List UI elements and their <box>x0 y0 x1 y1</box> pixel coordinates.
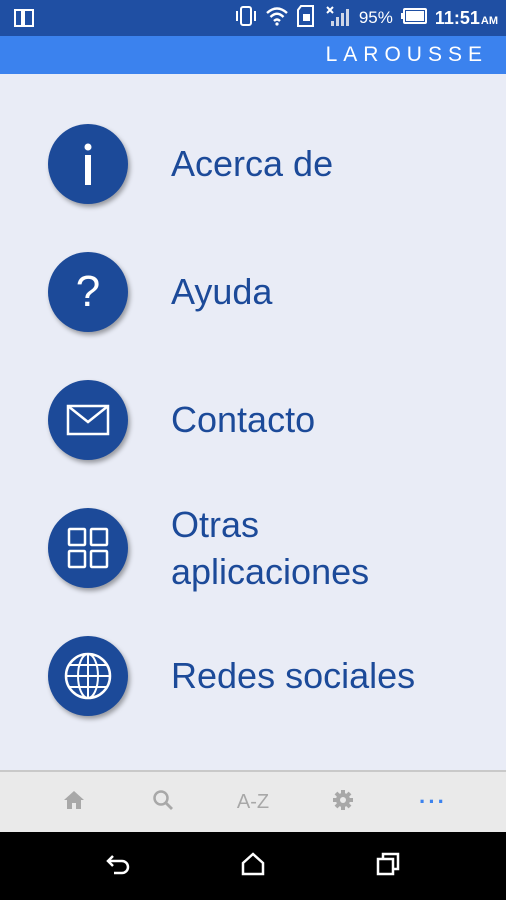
back-icon <box>105 853 131 880</box>
globe-icon <box>48 636 128 716</box>
help-icon: ? <box>48 252 128 332</box>
home-icon <box>63 790 85 815</box>
recents-button[interactable] <box>368 846 408 886</box>
menu-item-ayuda[interactable]: ? Ayuda <box>0 242 506 362</box>
more-icon: ··· <box>419 789 447 814</box>
signal-icon <box>325 5 351 32</box>
home-system-button[interactable] <box>233 846 273 886</box>
app-bar: LAROUSSE <box>0 36 506 74</box>
back-button[interactable] <box>98 846 138 886</box>
clock-time: 11:51 <box>434 7 480 28</box>
menu-item-label-line2: aplicaciones <box>171 551 370 592</box>
menu-item-label: Contacto <box>171 399 316 440</box>
nav-search-button[interactable] <box>133 772 193 832</box>
sim-card-icon <box>14 9 34 32</box>
mail-icon <box>48 380 128 460</box>
menu-item-label: Redes sociales <box>171 655 416 696</box>
menu-item-otras-aplicaciones[interactable]: Otras aplicaciones <box>0 498 506 618</box>
nav-home-button[interactable] <box>44 772 104 832</box>
status-icons: 95% 11:51AM <box>235 0 498 36</box>
menu-item-acerca-de[interactable]: Acerca de <box>0 114 506 234</box>
nav-more-button[interactable]: ··· <box>403 772 463 832</box>
battery-percent: 95% <box>358 8 393 27</box>
nav-az-label: A-Z <box>236 790 270 813</box>
sd-card-icon <box>296 4 317 32</box>
nav-settings-button[interactable] <box>313 772 373 832</box>
clock-ampm: AM <box>480 14 498 27</box>
menu-item-redes-sociales[interactable]: Redes sociales <box>0 626 506 746</box>
bottom-nav: A-Z ··· <box>0 770 506 832</box>
menu-item-label: Ayuda <box>171 271 273 312</box>
vibrate-icon <box>235 5 257 31</box>
battery-icon <box>400 7 427 29</box>
home-outline-icon <box>241 851 265 881</box>
menu-item-label-line1: Otras <box>171 504 260 545</box>
status-bar: 95% 11:51AM <box>0 0 506 36</box>
system-nav-bar <box>0 832 506 900</box>
clock: 11:51AM <box>435 8 498 29</box>
wifi-icon <box>265 6 289 31</box>
menu-list: Acerca de ? Ayuda Contacto Otras aplicac… <box>0 74 506 770</box>
search-icon <box>152 789 174 816</box>
gear-icon <box>332 789 354 816</box>
nav-az-button[interactable]: A-Z <box>223 772 283 832</box>
menu-item-label: Acerca de <box>171 143 334 184</box>
info-icon <box>48 124 128 204</box>
recents-icon <box>376 852 400 881</box>
apps-grid-icon <box>48 508 128 588</box>
brand-logo: LAROUSSE <box>325 43 488 66</box>
menu-item-contacto[interactable]: Contacto <box>0 370 506 490</box>
